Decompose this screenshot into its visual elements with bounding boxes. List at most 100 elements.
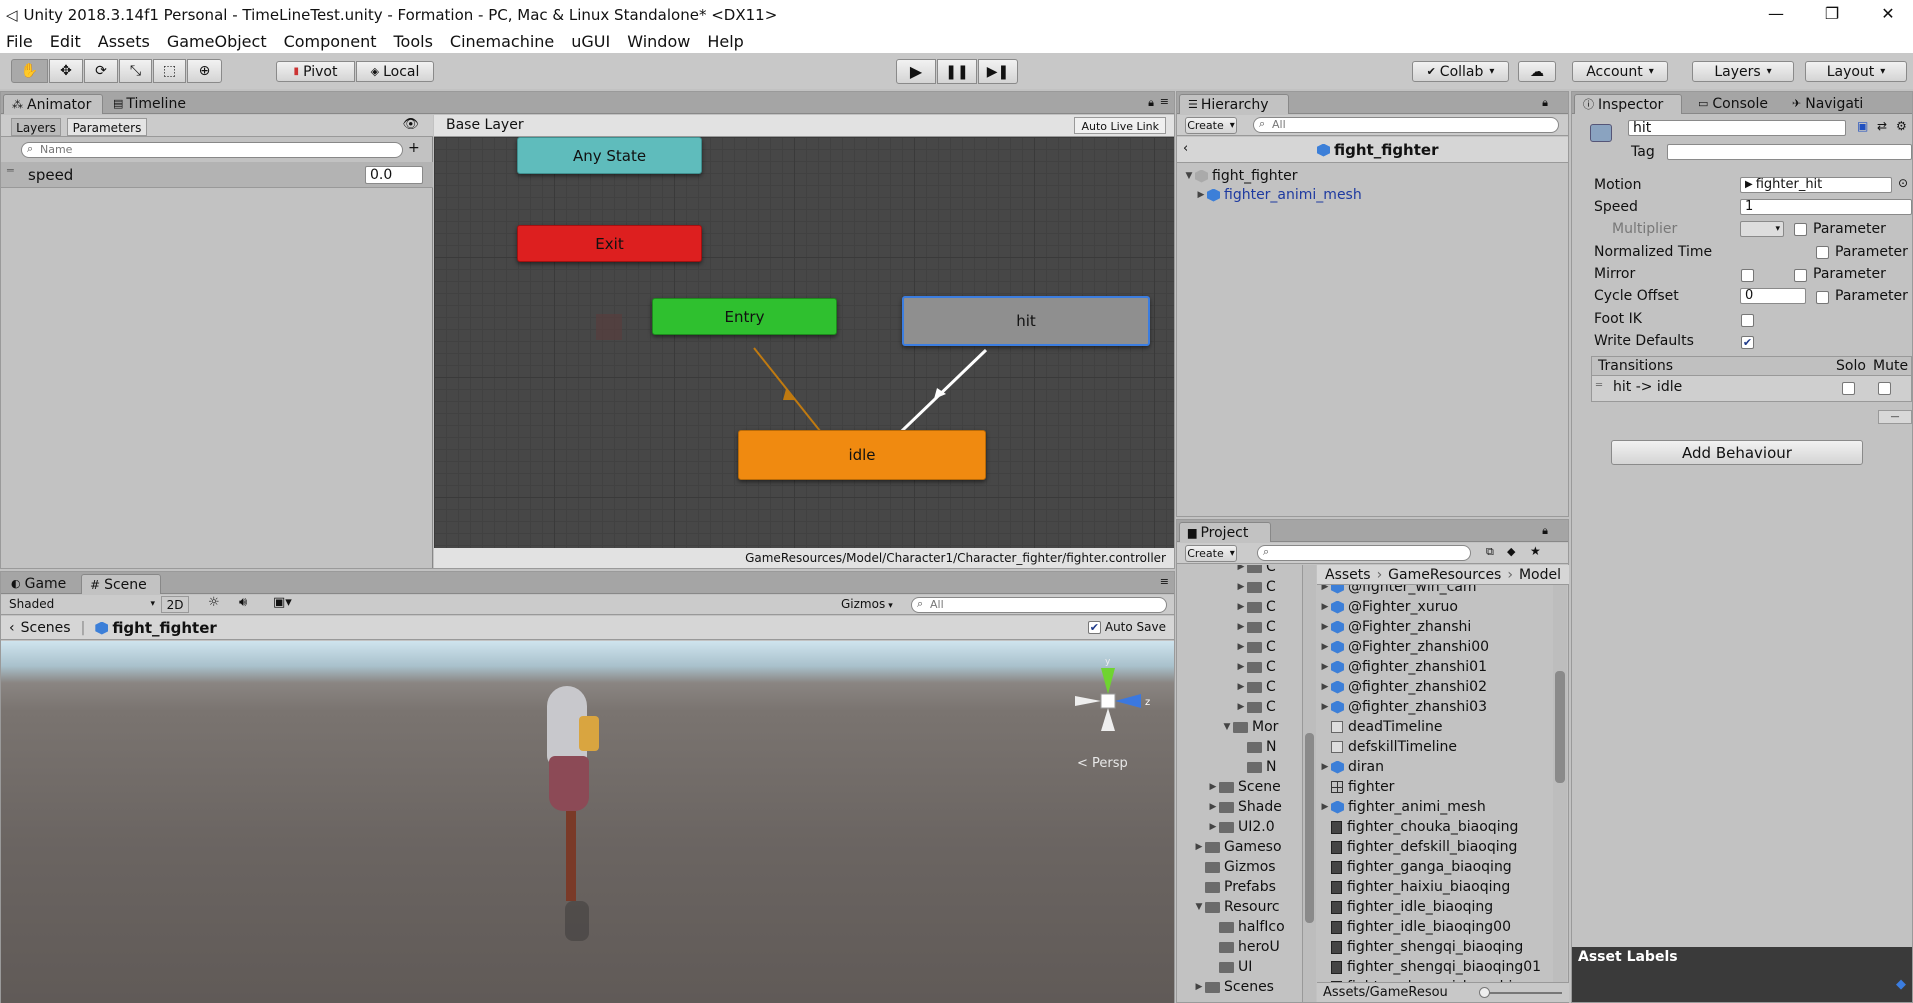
folder-tree-item[interactable]: N	[1177, 757, 1302, 777]
asset-item[interactable]: deadTimeline	[1317, 717, 1553, 737]
menu-help[interactable]: Help	[707, 32, 743, 51]
asset-item[interactable]: fighter_idle_biaoqing	[1317, 897, 1553, 917]
scale-tool-button[interactable]: ⤡	[119, 59, 152, 83]
folder-tree-item[interactable]: ▶ Scene	[1177, 777, 1302, 797]
rotate-tool-button[interactable]: ⟳	[84, 59, 118, 83]
settings-gear-icon[interactable]: ⚙	[1896, 119, 1907, 133]
expand-arrow-icon[interactable]: ▶	[1193, 842, 1205, 852]
orientation-gizmo[interactable]: y z	[1063, 656, 1153, 746]
multiplier-parameter-checkbox[interactable]	[1794, 223, 1807, 236]
menu-component[interactable]: Component	[284, 32, 377, 51]
drag-handle-icon[interactable]: ═	[7, 164, 14, 177]
favorite-star-icon[interactable]: ★	[1530, 544, 1541, 558]
lighting-icon[interactable]: ☼	[208, 595, 220, 610]
asset-item[interactable]: fighter_haixiu_biaoqing	[1317, 877, 1553, 897]
folder-tree-item[interactable]: ▶ C	[1177, 657, 1302, 677]
eye-icon[interactable]: 👁︎	[402, 117, 419, 132]
icon-size-slider[interactable]	[1482, 992, 1562, 994]
asset-item[interactable]: ▶ @fighter_win_cam	[1317, 585, 1553, 597]
transition-item[interactable]: hit -> idle	[1613, 379, 1682, 395]
hierarchy-search-input[interactable]: All	[1253, 117, 1559, 133]
expand-arrow-icon[interactable]: ▶	[1319, 702, 1331, 712]
panel-menu-icon[interactable]: ≡	[1160, 95, 1169, 108]
neg-y-axis-cone[interactable]	[1101, 708, 1115, 731]
folder-tree-item[interactable]: ▶ C	[1177, 577, 1302, 597]
audio-icon[interactable]: 🔊︎	[239, 595, 247, 610]
folder-tree-item[interactable]: ▶ Scenes	[1177, 977, 1302, 997]
expand-arrow-icon[interactable]: ▶	[1235, 565, 1247, 572]
expand-arrow-icon[interactable]: ▶	[1235, 602, 1247, 612]
expand-arrow-icon[interactable]: ▶	[1319, 642, 1331, 652]
speed-field[interactable]: 1	[1740, 199, 1912, 215]
expand-arrow-icon[interactable]: ▶	[1195, 190, 1207, 200]
asset-item[interactable]: fighter_shengqi_biaoqing	[1317, 937, 1553, 957]
multiplier-dropdown[interactable]: ▾	[1740, 221, 1784, 237]
step-button[interactable]: ▶❚	[978, 59, 1018, 84]
collab-dropdown[interactable]: ✔ Collab	[1412, 61, 1509, 82]
menu-ugui[interactable]: uGUI	[571, 32, 610, 51]
hierarchy-create-button[interactable]: Create	[1185, 117, 1237, 134]
folder-tree-item[interactable]: ▶ C	[1177, 637, 1302, 657]
expand-arrow-icon[interactable]: ▶	[1235, 642, 1247, 652]
2d-toggle[interactable]: 2D	[161, 596, 189, 613]
foot-ik-checkbox[interactable]	[1741, 314, 1754, 327]
asset-item[interactable]: fighter_chouka_biaoqing	[1317, 817, 1553, 837]
preset-icon[interactable]: ⇄	[1877, 119, 1887, 133]
menu-edit[interactable]: Edit	[50, 32, 81, 51]
minimize-button[interactable]: —	[1748, 0, 1804, 29]
tab-timeline[interactable]: ▤ Timeline	[105, 94, 194, 114]
effects-icon[interactable]: ▣▾	[273, 595, 292, 610]
drag-handle-icon[interactable]: ═	[1596, 380, 1602, 391]
state-machine-graph[interactable]: Any State Exit Entry hit idle	[434, 137, 1174, 548]
expand-arrow-icon[interactable]: ▼	[1221, 722, 1233, 732]
folder-tree-item[interactable]: ▶ C	[1177, 617, 1302, 637]
pause-button[interactable]: ❚❚	[937, 59, 977, 84]
menu-tools[interactable]: Tools	[393, 32, 432, 51]
asset-item[interactable]: ▶ @fighter_zhanshi02	[1317, 677, 1553, 697]
asset-item[interactable]: ▶ @Fighter_xuruo	[1317, 597, 1553, 617]
cloud-button[interactable]: ☁	[1518, 61, 1556, 82]
menu-gameobject[interactable]: GameObject	[167, 32, 267, 51]
expand-arrow-icon[interactable]: ▶	[1319, 802, 1331, 812]
expand-arrow-icon[interactable]: ▼	[1183, 171, 1195, 181]
asset-item[interactable]: ▶ fighter_animi_mesh	[1317, 797, 1553, 817]
tag-icon[interactable]: ◆	[1896, 977, 1906, 992]
folder-tree-item[interactable]: ▶ Gameso	[1177, 837, 1302, 857]
close-button[interactable]: ✕	[1860, 0, 1913, 29]
panel-menu-icon[interactable]: ≡	[1160, 575, 1169, 588]
motion-field[interactable]: ▶ fighter_hit	[1740, 177, 1892, 193]
menu-cinemachine[interactable]: Cinemachine	[450, 32, 554, 51]
any-state-node[interactable]: Any State	[517, 137, 702, 174]
tag-field[interactable]	[1667, 144, 1912, 160]
solo-checkbox[interactable]	[1842, 382, 1855, 395]
scene-search-input[interactable]: All	[911, 597, 1167, 613]
asset-item[interactable]: ▶ @fighter_zhanshi01	[1317, 657, 1553, 677]
folder-tree-item[interactable]: ▶ C	[1177, 597, 1302, 617]
lock-icon[interactable]: 🔒︎	[1542, 524, 1548, 538]
asset-item[interactable]: fighter_shengqi_biaoqing01	[1317, 957, 1553, 977]
folder-tree-item[interactable]: UI	[1177, 957, 1302, 977]
transform-tool-button[interactable]: ⊕	[187, 59, 222, 83]
project-create-button[interactable]: Create	[1185, 545, 1237, 562]
menu-assets[interactable]: Assets	[98, 32, 150, 51]
tab-project[interactable]: ▆ Project	[1179, 522, 1271, 542]
idle-node[interactable]: idle	[738, 430, 986, 480]
maximize-button[interactable]: ❐	[1804, 0, 1860, 29]
filter-label-icon[interactable]: ◆	[1507, 545, 1515, 558]
asset-item[interactable]: ▶ @fighter_zhanshi03	[1317, 697, 1553, 717]
add-param-icon[interactable]: +	[408, 140, 420, 156]
asset-item[interactable]: fighter_ganga_biaoqing	[1317, 857, 1553, 877]
tree-scrollbar-thumb[interactable]	[1305, 733, 1314, 923]
normalized-time-parameter-checkbox[interactable]	[1816, 246, 1829, 259]
persp-label[interactable]: < Persp	[1077, 756, 1128, 771]
back-arrow-icon[interactable]: ‹	[9, 620, 15, 636]
shading-mode-dropdown[interactable]: Shaded ▾	[9, 596, 155, 613]
expand-arrow-icon[interactable]: ▶	[1319, 602, 1331, 612]
play-button[interactable]: ▶	[896, 59, 936, 84]
folder-tree-item[interactable]: ▶ C	[1177, 677, 1302, 697]
mute-checkbox[interactable]	[1878, 382, 1891, 395]
expand-arrow-icon[interactable]: ▶	[1235, 702, 1247, 712]
hierarchy-item[interactable]: ▼ fight_fighter	[1177, 166, 1568, 186]
expand-arrow-icon[interactable]: ▶	[1319, 585, 1331, 592]
breadcrumb-gameresources[interactable]: GameResources	[1388, 567, 1501, 583]
